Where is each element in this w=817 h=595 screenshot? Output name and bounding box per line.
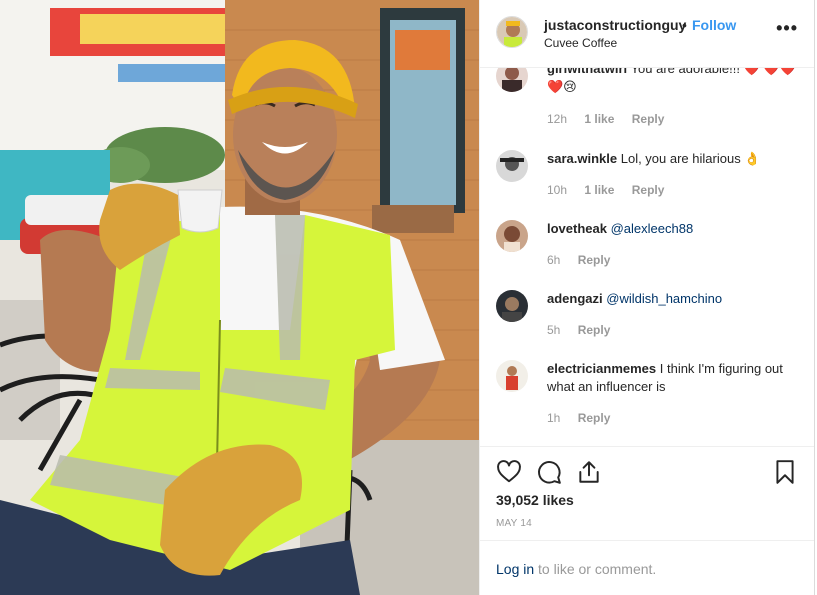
post-side-panel: girlwithatwirl You are adorable!!! ❤️ ❤️… xyxy=(479,0,815,595)
comment-time[interactable]: 10h xyxy=(547,183,567,197)
instagram-post: girlwithatwirl You are adorable!!! ❤️ ❤️… xyxy=(0,0,817,595)
comment-time[interactable]: 12h xyxy=(547,112,567,126)
post-actions: 39,052 likes MAY 14 xyxy=(480,446,814,540)
login-link[interactable]: Log in xyxy=(496,561,534,577)
comment-time[interactable]: 1h xyxy=(547,411,560,425)
avatar[interactable] xyxy=(496,220,528,252)
comment-time[interactable]: 5h xyxy=(547,323,560,337)
comment-text: sara.winkle Lol, you are hilarious 👌 xyxy=(547,150,797,168)
comment-username[interactable]: adengazi xyxy=(547,291,603,306)
likes-count[interactable]: 39,052 likes xyxy=(496,492,574,508)
avatar[interactable] xyxy=(496,16,528,48)
comment-username[interactable]: electricianmemes xyxy=(547,361,656,376)
comment-username[interactable]: sara.winkle xyxy=(547,151,617,166)
reply-button[interactable]: Reply xyxy=(632,183,665,197)
comment-meta: 1h Reply xyxy=(547,411,624,425)
login-text: Log in to like or comment. xyxy=(496,561,656,577)
reply-button[interactable]: Reply xyxy=(578,253,611,267)
avatar[interactable] xyxy=(496,150,528,182)
comment-likes[interactable]: 1 like xyxy=(584,183,614,197)
comment-icon[interactable] xyxy=(536,459,562,485)
follow-button[interactable]: Follow xyxy=(692,17,736,33)
comment-meta: 5h Reply xyxy=(547,323,624,337)
bookmark-icon[interactable] xyxy=(772,459,798,485)
comment-text: lovetheak @alexleech88 xyxy=(547,220,797,238)
avatar[interactable] xyxy=(496,290,528,322)
post-photo[interactable] xyxy=(0,0,479,595)
login-prompt: Log in to like or comment. xyxy=(480,540,814,595)
comment-likes[interactable]: 1 like xyxy=(584,112,614,126)
comment-time[interactable]: 6h xyxy=(547,253,560,267)
comment-text: electricianmemes I think I'm figuring ou… xyxy=(547,360,797,396)
comment-text: adengazi @wildish_hamchino xyxy=(547,290,797,308)
heart-icon[interactable] xyxy=(496,459,522,485)
comment-mention[interactable]: @wildish_hamchino xyxy=(606,291,722,306)
comment-mention[interactable]: @alexleech88 xyxy=(611,221,694,236)
reply-button[interactable]: Reply xyxy=(578,411,611,425)
post-date[interactable]: MAY 14 xyxy=(496,518,532,529)
post-location[interactable]: Cuvee Coffee xyxy=(544,36,617,50)
avatar[interactable] xyxy=(496,360,528,392)
photo-illustration xyxy=(0,0,479,595)
comment-body: Lol, you are hilarious 👌 xyxy=(620,151,761,166)
post-header: justaconstructionguy • Follow Cuvee Coff… xyxy=(480,0,814,68)
separator-dot: • xyxy=(682,17,687,33)
comment-username[interactable]: lovetheak xyxy=(547,221,607,236)
comment-meta: 12h 1 like Reply xyxy=(547,112,678,126)
login-rest: to like or comment. xyxy=(534,561,657,577)
more-options-icon[interactable]: ••• xyxy=(776,18,798,39)
comment-meta: 10h 1 like Reply xyxy=(547,183,678,197)
comment-meta: 6h Reply xyxy=(547,253,624,267)
post-username[interactable]: justaconstructionguy xyxy=(544,17,686,33)
reply-button[interactable]: Reply xyxy=(632,112,665,126)
reply-button[interactable]: Reply xyxy=(578,323,611,337)
share-icon[interactable] xyxy=(576,459,602,485)
